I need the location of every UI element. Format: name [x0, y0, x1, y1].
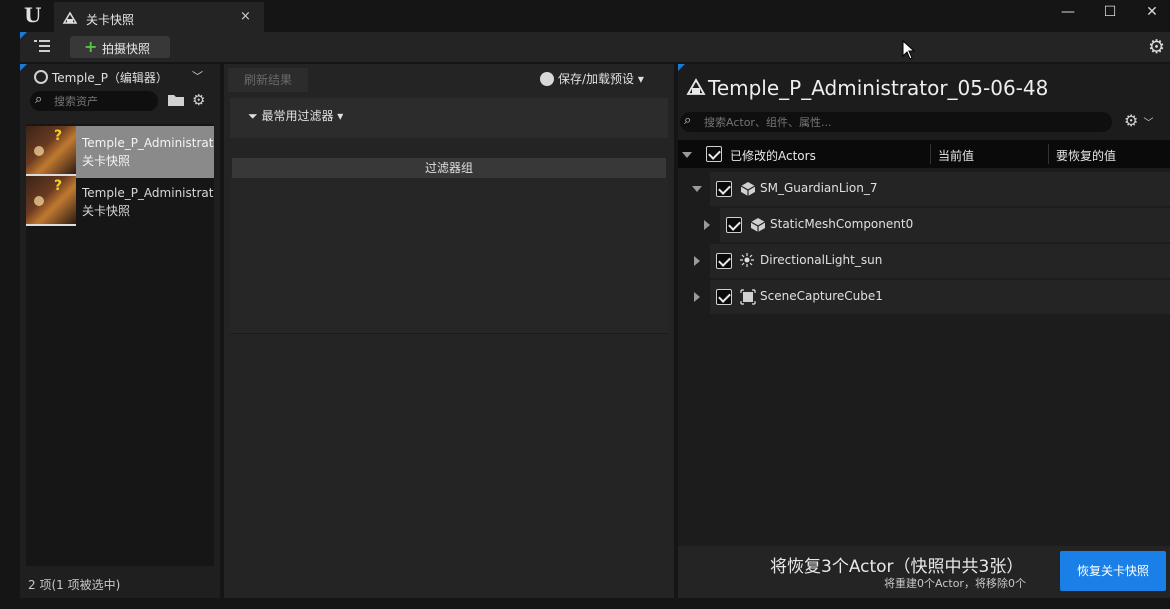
panel-corner-marker: [20, 32, 27, 39]
common-filters-dropdown[interactable]: ⏷ 最常用过滤器 ▾: [248, 107, 343, 124]
filter-group-header[interactable]: 过滤器组: [232, 158, 666, 178]
asset-type: 关卡快照: [82, 154, 131, 168]
dropdown-arrow-icon: ▾: [634, 72, 644, 86]
asset-name: Temple_P_Administrator: [82, 186, 214, 200]
column-restore-value[interactable]: 要恢复的值: [1056, 147, 1116, 164]
search-icon: ⌕: [35, 92, 43, 107]
plus-icon: +: [84, 37, 98, 56]
expand-arrow-icon[interactable]: [694, 256, 700, 266]
unreal-logo-icon: U: [24, 3, 42, 27]
expand-arrow-icon[interactable]: [694, 292, 700, 302]
row-checkbox[interactable]: [716, 289, 732, 305]
actor-label: DirectionalLight_sun: [760, 253, 883, 267]
row-checkbox[interactable]: [726, 217, 742, 233]
actor-search-input[interactable]: [704, 114, 1104, 130]
outliner-toggle-icon[interactable]: [34, 39, 50, 53]
static-mesh-icon: [740, 182, 756, 196]
level-snapshots-window: U 关卡快照 × — ☐ ✕ + 拍摄快照 ⚙ Temple_P（编辑器） ﹀ …: [0, 0, 1170, 609]
take-snapshot-label: 拍摄快照: [102, 42, 151, 56]
mouse-cursor-icon: [902, 40, 916, 60]
row-checkbox[interactable]: [716, 253, 732, 269]
gear-icon[interactable]: ⚙: [192, 91, 205, 109]
take-snapshot-button[interactable]: + 拍摄快照: [70, 36, 170, 58]
filter-group-area: [230, 178, 668, 334]
tree-row-actor[interactable]: SceneCaptureCube1: [694, 280, 1170, 314]
asset-list: ? Temple_P_Administrator 关卡快照 ? Temple_P…: [26, 124, 214, 566]
dropdown-arrow-icon: ▾: [337, 109, 344, 123]
restore-summary: 将恢复3个Actor（快照中共3张）: [770, 557, 1024, 577]
asset-tile[interactable]: ? Temple_P_Administrator 关卡快照: [26, 176, 214, 228]
asset-search-box: ⌕: [30, 91, 158, 111]
chevron-down-icon[interactable]: ﹀: [192, 68, 203, 84]
panel-corner-marker: [678, 64, 685, 71]
scene-capture-icon: [740, 289, 756, 305]
restore-detail: 将重建0个Actor，将移除0个: [884, 577, 1026, 590]
search-icon: ⌕: [684, 113, 692, 128]
directional-light-icon: [740, 253, 754, 267]
snapshot-title: Temple_P_Administrator_05-06-48: [708, 76, 1049, 100]
restore-level-snapshot-button[interactable]: 恢复关卡快照: [1060, 551, 1166, 591]
collapse-all-arrow-icon[interactable]: [682, 152, 692, 158]
restore-footer: 将恢复3个Actor（快照中共3张） 将重建0个Actor，将移除0个 恢复关卡…: [678, 546, 1170, 598]
tree-row-actor[interactable]: DirectionalLight_sun: [694, 244, 1170, 278]
refresh-results-button[interactable]: 刷新结果: [228, 68, 308, 92]
tree-row-actor[interactable]: SM_GuardianLion_7: [692, 172, 1170, 206]
snapshot-browser-panel: Temple_P（编辑器） ﹀ ⌕ ⚙ ? Temple_P_Administr…: [20, 64, 220, 598]
tab-level-snapshots[interactable]: 关卡快照 ×: [54, 2, 264, 32]
column-modified-actors[interactable]: 已修改的Actors: [730, 147, 816, 164]
snapshot-results-panel: Temple_P_Administrator_05-06-48 ⌕ ⚙ ﹀ 已修…: [678, 64, 1170, 598]
actor-label: SM_GuardianLion_7: [760, 181, 878, 195]
asset-tile-selected[interactable]: ? Temple_P_Administrator 关卡快照: [26, 126, 214, 178]
column-current-value[interactable]: 当前值: [938, 147, 974, 164]
expand-arrow-icon[interactable]: [692, 186, 702, 192]
expand-arrow-icon[interactable]: [704, 220, 710, 230]
actor-search-box: ⌕: [680, 112, 1112, 132]
tree-header: 已修改的Actors 当前值 要恢复的值: [678, 140, 1170, 168]
world-icon: [34, 70, 48, 84]
common-filters-label: 最常用过滤器: [261, 109, 334, 123]
settings-gear-icon[interactable]: ⚙: [1148, 36, 1170, 58]
toolbar: + 拍摄快照 ⚙: [20, 32, 1170, 62]
tab-title: 关卡快照: [86, 13, 135, 27]
close-button[interactable]: ✕: [1140, 4, 1164, 24]
level-snapshot-icon: [686, 78, 706, 95]
level-selector[interactable]: Temple_P（编辑器）: [52, 69, 168, 86]
title-bar: U 关卡快照 × — ☐ ✕: [0, 0, 1170, 32]
snapshot-tab-icon: [62, 11, 78, 24]
item-count-status: 2 项(1 项被选中): [28, 578, 121, 592]
tab-close-icon[interactable]: ×: [240, 9, 251, 24]
actor-label: SceneCaptureCube1: [760, 289, 883, 303]
filter-bar: ⏷ 最常用过滤器 ▾: [230, 98, 668, 138]
asset-name: Temple_P_Administrator: [82, 136, 214, 150]
view-options-gear-icon[interactable]: ⚙ ﹀: [1124, 111, 1153, 130]
column-divider: [1048, 144, 1049, 164]
select-all-checkbox[interactable]: [706, 146, 722, 162]
folder-icon[interactable]: [168, 93, 184, 107]
snapshot-thumbnail: ?: [26, 176, 76, 226]
static-mesh-component-icon: [750, 218, 766, 232]
minimize-button[interactable]: —: [1056, 4, 1080, 24]
component-label: StaticMeshComponent0: [770, 217, 914, 231]
panel-corner-marker: [20, 64, 27, 71]
save-load-preset-button[interactable]: 保存/加载预设 ▾: [540, 70, 644, 87]
row-checkbox[interactable]: [716, 181, 732, 197]
snapshot-thumbnail: ?: [26, 126, 76, 176]
asset-type: 关卡快照: [82, 204, 131, 218]
filter-panel: 刷新结果 保存/加载预设 ▾ ⏷ 最常用过滤器 ▾ 过滤器组: [224, 64, 674, 598]
tree-row-component[interactable]: StaticMeshComponent0: [704, 208, 1170, 242]
column-divider: [930, 144, 931, 164]
maximize-button[interactable]: ☐: [1098, 4, 1122, 24]
asset-search-input[interactable]: [54, 93, 154, 109]
save-load-preset-label: 保存/加载预设: [558, 72, 635, 86]
filter-icon: ⏷: [248, 109, 258, 123]
preset-icon: [540, 72, 554, 86]
